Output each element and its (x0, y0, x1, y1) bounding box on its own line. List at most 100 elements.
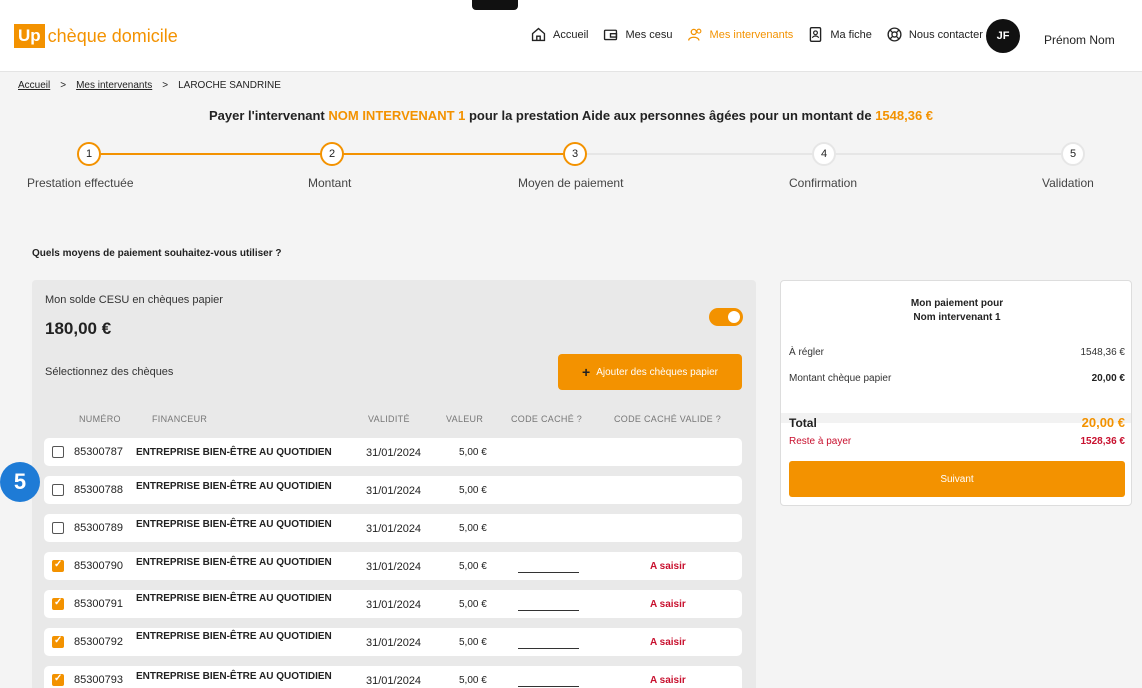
row-checkbox[interactable] (52, 484, 64, 496)
table-row[interactable]: 85300787 ENTREPRISE BIEN-ÊTRE AU QUOTIDI… (44, 438, 742, 466)
cheque-papier-label: Montant chèque papier (789, 373, 892, 384)
row-numero: 85300787 (74, 446, 123, 458)
step-1-circle: 1 (77, 142, 101, 166)
home-icon (531, 27, 546, 42)
nav-accueil-label: Accueil (553, 28, 589, 41)
solde-label: Mon solde CESU en chèques papier (45, 294, 223, 306)
brand-logo[interactable]: Up chèque domicile (14, 24, 178, 48)
row-validite: 31/01/2024 (366, 485, 422, 497)
reste-label: Reste à payer (789, 436, 852, 447)
cesu-toggle[interactable] (709, 308, 743, 326)
step-5-label: Validation (1042, 176, 1094, 190)
nav-ma-fiche[interactable]: Ma fiche (807, 26, 872, 43)
row-valeur: 5,00 € (459, 523, 487, 534)
row-valeur: 5,00 € (459, 675, 487, 686)
help-icon (887, 27, 902, 42)
row-valeur: 5,00 € (459, 485, 487, 496)
cheque-papier-value: 20,00 € (1091, 373, 1125, 384)
breadcrumb: Accueil > Mes intervenants > LAROCHE SAN… (18, 80, 281, 91)
hidden-code-input[interactable] (518, 572, 579, 573)
row-checkbox[interactable] (52, 673, 64, 686)
table-row[interactable]: 85300788 ENTREPRISE BIEN-ÊTRE AU QUOTIDI… (44, 476, 742, 504)
nav-nous-contacter-label: Nous contacter (908, 28, 983, 41)
row-checkbox[interactable] (52, 635, 64, 648)
step-3-label: Moyen de paiement (518, 176, 624, 190)
id-card-icon (810, 27, 822, 42)
title-intervenant: NOM INTERVENANT 1 (328, 108, 466, 123)
add-paper-cheques-button[interactable]: + Ajouter des chèques papier (558, 354, 742, 390)
users-icon (687, 28, 701, 41)
breadcrumb-separator: > (60, 80, 67, 91)
hidden-code-input[interactable] (518, 686, 579, 687)
column-header-code-cache[interactable]: CODE CACHÉ ? (511, 414, 582, 424)
payment-summary-card: Mon paiement pour Nom intervenant 1 À ré… (780, 280, 1132, 506)
table-row[interactable]: 85300791 ENTREPRISE BIEN-ÊTRE AU QUOTIDI… (44, 590, 742, 618)
row-financeur: ENTREPRISE BIEN-ÊTRE AU QUOTIDIEN (136, 557, 332, 568)
breadcrumb-current: LAROCHE SANDRINE (178, 80, 281, 91)
user-name[interactable]: Prénom Nom (1044, 33, 1115, 47)
summary-total: Total 20,00 € Reste à payer 1528,36 € (789, 415, 1126, 456)
nav-mes-intervenants[interactable]: Mes intervenants (687, 26, 794, 43)
summary-title-line2: Nom intervenant 1 (913, 312, 1001, 323)
step-annotation-badge: 5 (0, 462, 40, 502)
row-valeur: 5,00 € (459, 599, 487, 610)
row-financeur: ENTREPRISE BIEN-ÊTRE AU QUOTIDIEN (136, 671, 332, 682)
row-validite: 31/01/2024 (366, 599, 422, 611)
breadcrumb-mes-intervenants[interactable]: Mes intervenants (76, 80, 152, 91)
row-validite: 31/01/2024 (366, 447, 422, 459)
a-regler-label: À régler (789, 347, 825, 358)
row-checkbox[interactable] (52, 559, 64, 572)
step-4-circle: 4 (812, 142, 836, 166)
row-numero: 85300793 (74, 674, 123, 686)
column-header-code-cache-valide: CODE CACHÉ VALIDE ? (614, 414, 722, 424)
nav-ma-fiche-label: Ma fiche (830, 28, 872, 41)
nav-accueil[interactable]: Accueil (530, 26, 588, 43)
column-header-validite: VALIDITÉ (368, 414, 410, 424)
table-row[interactable]: 85300793 ENTREPRISE BIEN-ÊTRE AU QUOTIDI… (44, 666, 742, 688)
nav-mes-cesu[interactable]: Mes cesu (602, 26, 673, 43)
title-amount: 1548,36 € (875, 108, 934, 123)
avatar[interactable]: JF (986, 19, 1020, 53)
logo-up-mark: Up (14, 24, 45, 48)
step-3-circle: 3 (563, 142, 587, 166)
table-row[interactable]: 85300789 ENTREPRISE BIEN-ÊTRE AU QUOTIDI… (44, 514, 742, 542)
column-header-numero: NUMÉRO (79, 414, 121, 424)
select-cheques-label: Sélectionnez des chèques (45, 366, 174, 378)
code-status: A saisir (650, 599, 686, 610)
table-row[interactable]: 85300792 ENTREPRISE BIEN-ÊTRE AU QUOTIDI… (44, 628, 742, 656)
row-financeur: ENTREPRISE BIEN-ÊTRE AU QUOTIDIEN (136, 447, 332, 458)
title-middle: pour la prestation Aide aux personnes âg… (465, 108, 876, 123)
row-valeur: 5,00 € (459, 637, 487, 648)
wallet-icon (604, 29, 618, 41)
row-valeur: 5,00 € (459, 561, 487, 572)
nav-mes-intervenants-label: Mes intervenants (709, 28, 794, 41)
row-checkbox[interactable] (52, 446, 64, 458)
step-1-label: Prestation effectuée (27, 176, 134, 190)
add-paper-cheques-label: Ajouter des chèques papier (596, 366, 718, 378)
summary-cheque-papier: Montant chèque papier 20,00 € (789, 373, 1125, 384)
nav-mes-cesu-label: Mes cesu (625, 28, 673, 41)
reste-value: 1528,36 € (1080, 436, 1126, 447)
summary-a-regler: À régler 1548,36 € (789, 347, 1125, 358)
table-row[interactable]: 85300790 ENTREPRISE BIEN-ÊTRE AU QUOTIDI… (44, 552, 742, 580)
next-button[interactable]: Suivant (789, 461, 1125, 497)
row-financeur: ENTREPRISE BIEN-ÊTRE AU QUOTIDIEN (136, 519, 332, 530)
payment-question: Quels moyens de paiement souhaitez-vous … (32, 248, 282, 259)
hidden-code-input[interactable] (518, 648, 579, 649)
code-status: A saisir (650, 561, 686, 572)
row-numero: 85300789 (74, 522, 123, 534)
progress-stepper: 1 2 3 4 5 Prestation effectuée Montant M… (0, 140, 1142, 200)
row-checkbox[interactable] (52, 597, 64, 610)
row-validite: 31/01/2024 (366, 637, 422, 649)
code-status: A saisir (650, 637, 686, 648)
nav-nous-contacter[interactable]: Nous contacter (886, 26, 983, 43)
breadcrumb-accueil[interactable]: Accueil (18, 80, 50, 91)
step-2-label: Montant (308, 176, 352, 190)
row-financeur: ENTREPRISE BIEN-ÊTRE AU QUOTIDIEN (136, 593, 332, 604)
summary-title: Mon paiement pour Nom intervenant 1 (781, 297, 1133, 325)
a-regler-value: 1548,36 € (1080, 347, 1126, 358)
logo-text: chèque domicile (47, 25, 178, 46)
hidden-code-input[interactable] (518, 610, 579, 611)
row-checkbox[interactable] (52, 522, 64, 534)
column-header-valeur: VALEUR (446, 414, 484, 424)
